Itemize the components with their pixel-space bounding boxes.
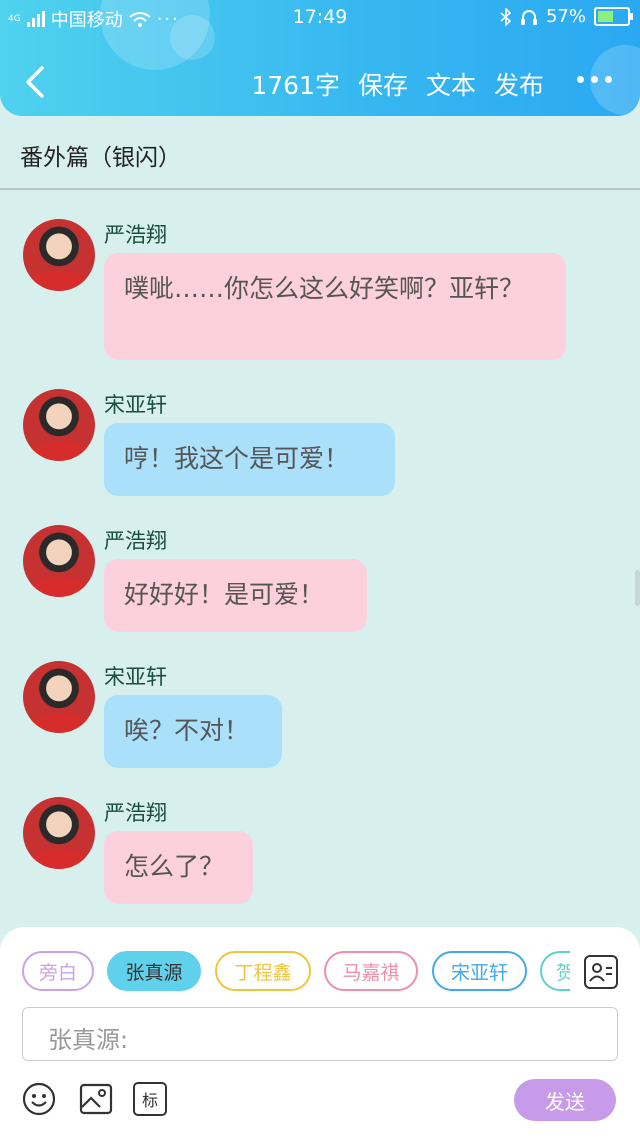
chevron-left-icon[interactable]	[20, 62, 50, 102]
chapter-title-bar[interactable]: 番外篇（银闪）	[0, 116, 640, 190]
send-button[interactable]: 发送	[514, 1079, 616, 1121]
sender-name: 严浩翔	[104, 801, 167, 825]
scrollbar[interactable]	[635, 570, 640, 606]
character-chip[interactable]: 宋亚轩	[432, 951, 527, 991]
character-chip[interactable]: 贺	[540, 951, 570, 991]
character-chips: 旁白 张真源 丁程鑫 马嘉祺 宋亚轩 贺	[22, 951, 570, 995]
character-chip[interactable]: 张真源	[107, 951, 201, 991]
text-button[interactable]: 文本	[426, 66, 476, 102]
message-bubble[interactable]: 唉？不对！	[104, 695, 282, 768]
sender-name: 宋亚轩	[104, 393, 167, 417]
image-icon[interactable]	[79, 1082, 113, 1116]
sender-name: 严浩翔	[104, 223, 167, 247]
sender-name: 宋亚轩	[104, 665, 167, 689]
contact-card-icon[interactable]	[584, 955, 618, 989]
battery-icon	[594, 7, 633, 26]
character-chip[interactable]: 丁程鑫	[215, 951, 311, 991]
message-bubble[interactable]: 怎么了？	[104, 831, 253, 904]
message-input[interactable]: 张真源:	[22, 1007, 618, 1061]
chapter-title: 番外篇（银闪）	[20, 145, 181, 171]
avatar[interactable]	[23, 219, 95, 291]
save-button[interactable]: 保存	[358, 66, 408, 102]
more-menu-icon[interactable]	[577, 76, 612, 83]
headset-icon	[520, 9, 537, 25]
character-chip[interactable]: 马嘉祺	[324, 951, 418, 991]
word-count: 1761字	[251, 71, 340, 100]
message-bubble[interactable]: 哼！我这个是可爱！	[104, 423, 395, 496]
bluetooth-icon	[500, 7, 512, 26]
status-bar: 4G 中国移动 ··· 17:49 57%	[0, 0, 640, 34]
avatar[interactable]	[23, 797, 95, 869]
message-bubble[interactable]: 噗呲……你怎么这么好笑啊？亚轩？	[104, 253, 566, 360]
smiley-icon[interactable]	[22, 1082, 56, 1116]
tag-button[interactable]: 标	[133, 1082, 167, 1116]
sender-name: 严浩翔	[104, 529, 167, 553]
top-bar: 4G 中国移动 ··· 17:49 57% 1761字 保存 文本 发布	[0, 0, 640, 116]
input-placeholder: 张真源:	[48, 1026, 129, 1054]
nav-row: 1761字 保存 文本 发布	[0, 54, 640, 110]
avatar[interactable]	[23, 661, 95, 733]
editor-panel: 旁白 张真源 丁程鑫 马嘉祺 宋亚轩 贺 张真源: 标 发送	[0, 927, 640, 1138]
character-chip[interactable]: 旁白	[22, 951, 94, 991]
publish-button[interactable]: 发布	[494, 66, 544, 102]
message-bubble[interactable]: 好好好！是可爱！	[104, 559, 367, 632]
battery-percent: 57%	[545, 6, 586, 27]
avatar[interactable]	[23, 525, 95, 597]
avatar[interactable]	[23, 389, 95, 461]
